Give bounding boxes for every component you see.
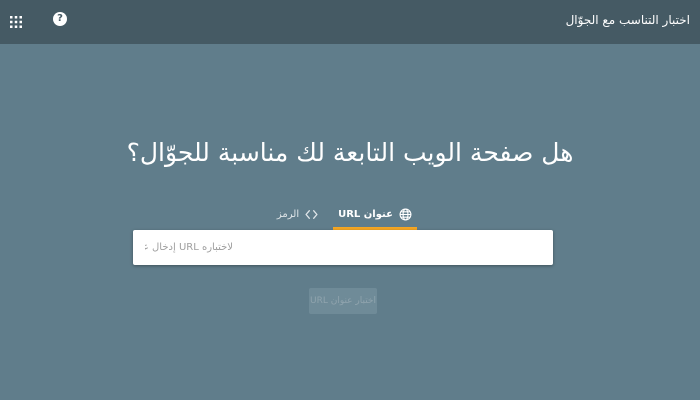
url-input-container xyxy=(133,230,553,265)
tab-url-label: عنوان URL xyxy=(338,208,393,220)
app-title: اختبار التناسب مع الجوّال xyxy=(565,13,690,27)
tab-code-label: الرمز xyxy=(276,208,300,220)
test-url-button[interactable]: اختبار عنوان URL xyxy=(309,288,377,314)
tab-code[interactable]: الرمز xyxy=(262,201,333,227)
url-input[interactable] xyxy=(133,230,553,265)
tab-url[interactable]: عنوان URL xyxy=(333,201,417,227)
code-icon xyxy=(305,209,318,219)
apps-grid-icon[interactable] xyxy=(9,15,23,29)
page: ? اختبار التناسب مع الجوّال هل صفحة الوي… xyxy=(0,0,700,400)
top-app-bar: ? اختبار التناسب مع الجوّال xyxy=(0,0,700,44)
page-headline: هل صفحة الويب التابعة لك مناسبة للجوّال؟ xyxy=(126,138,574,167)
help-icon[interactable]: ? xyxy=(53,12,67,26)
globe-icon xyxy=(399,208,412,220)
input-mode-tabs: عنوان URL الرمز xyxy=(262,201,417,230)
